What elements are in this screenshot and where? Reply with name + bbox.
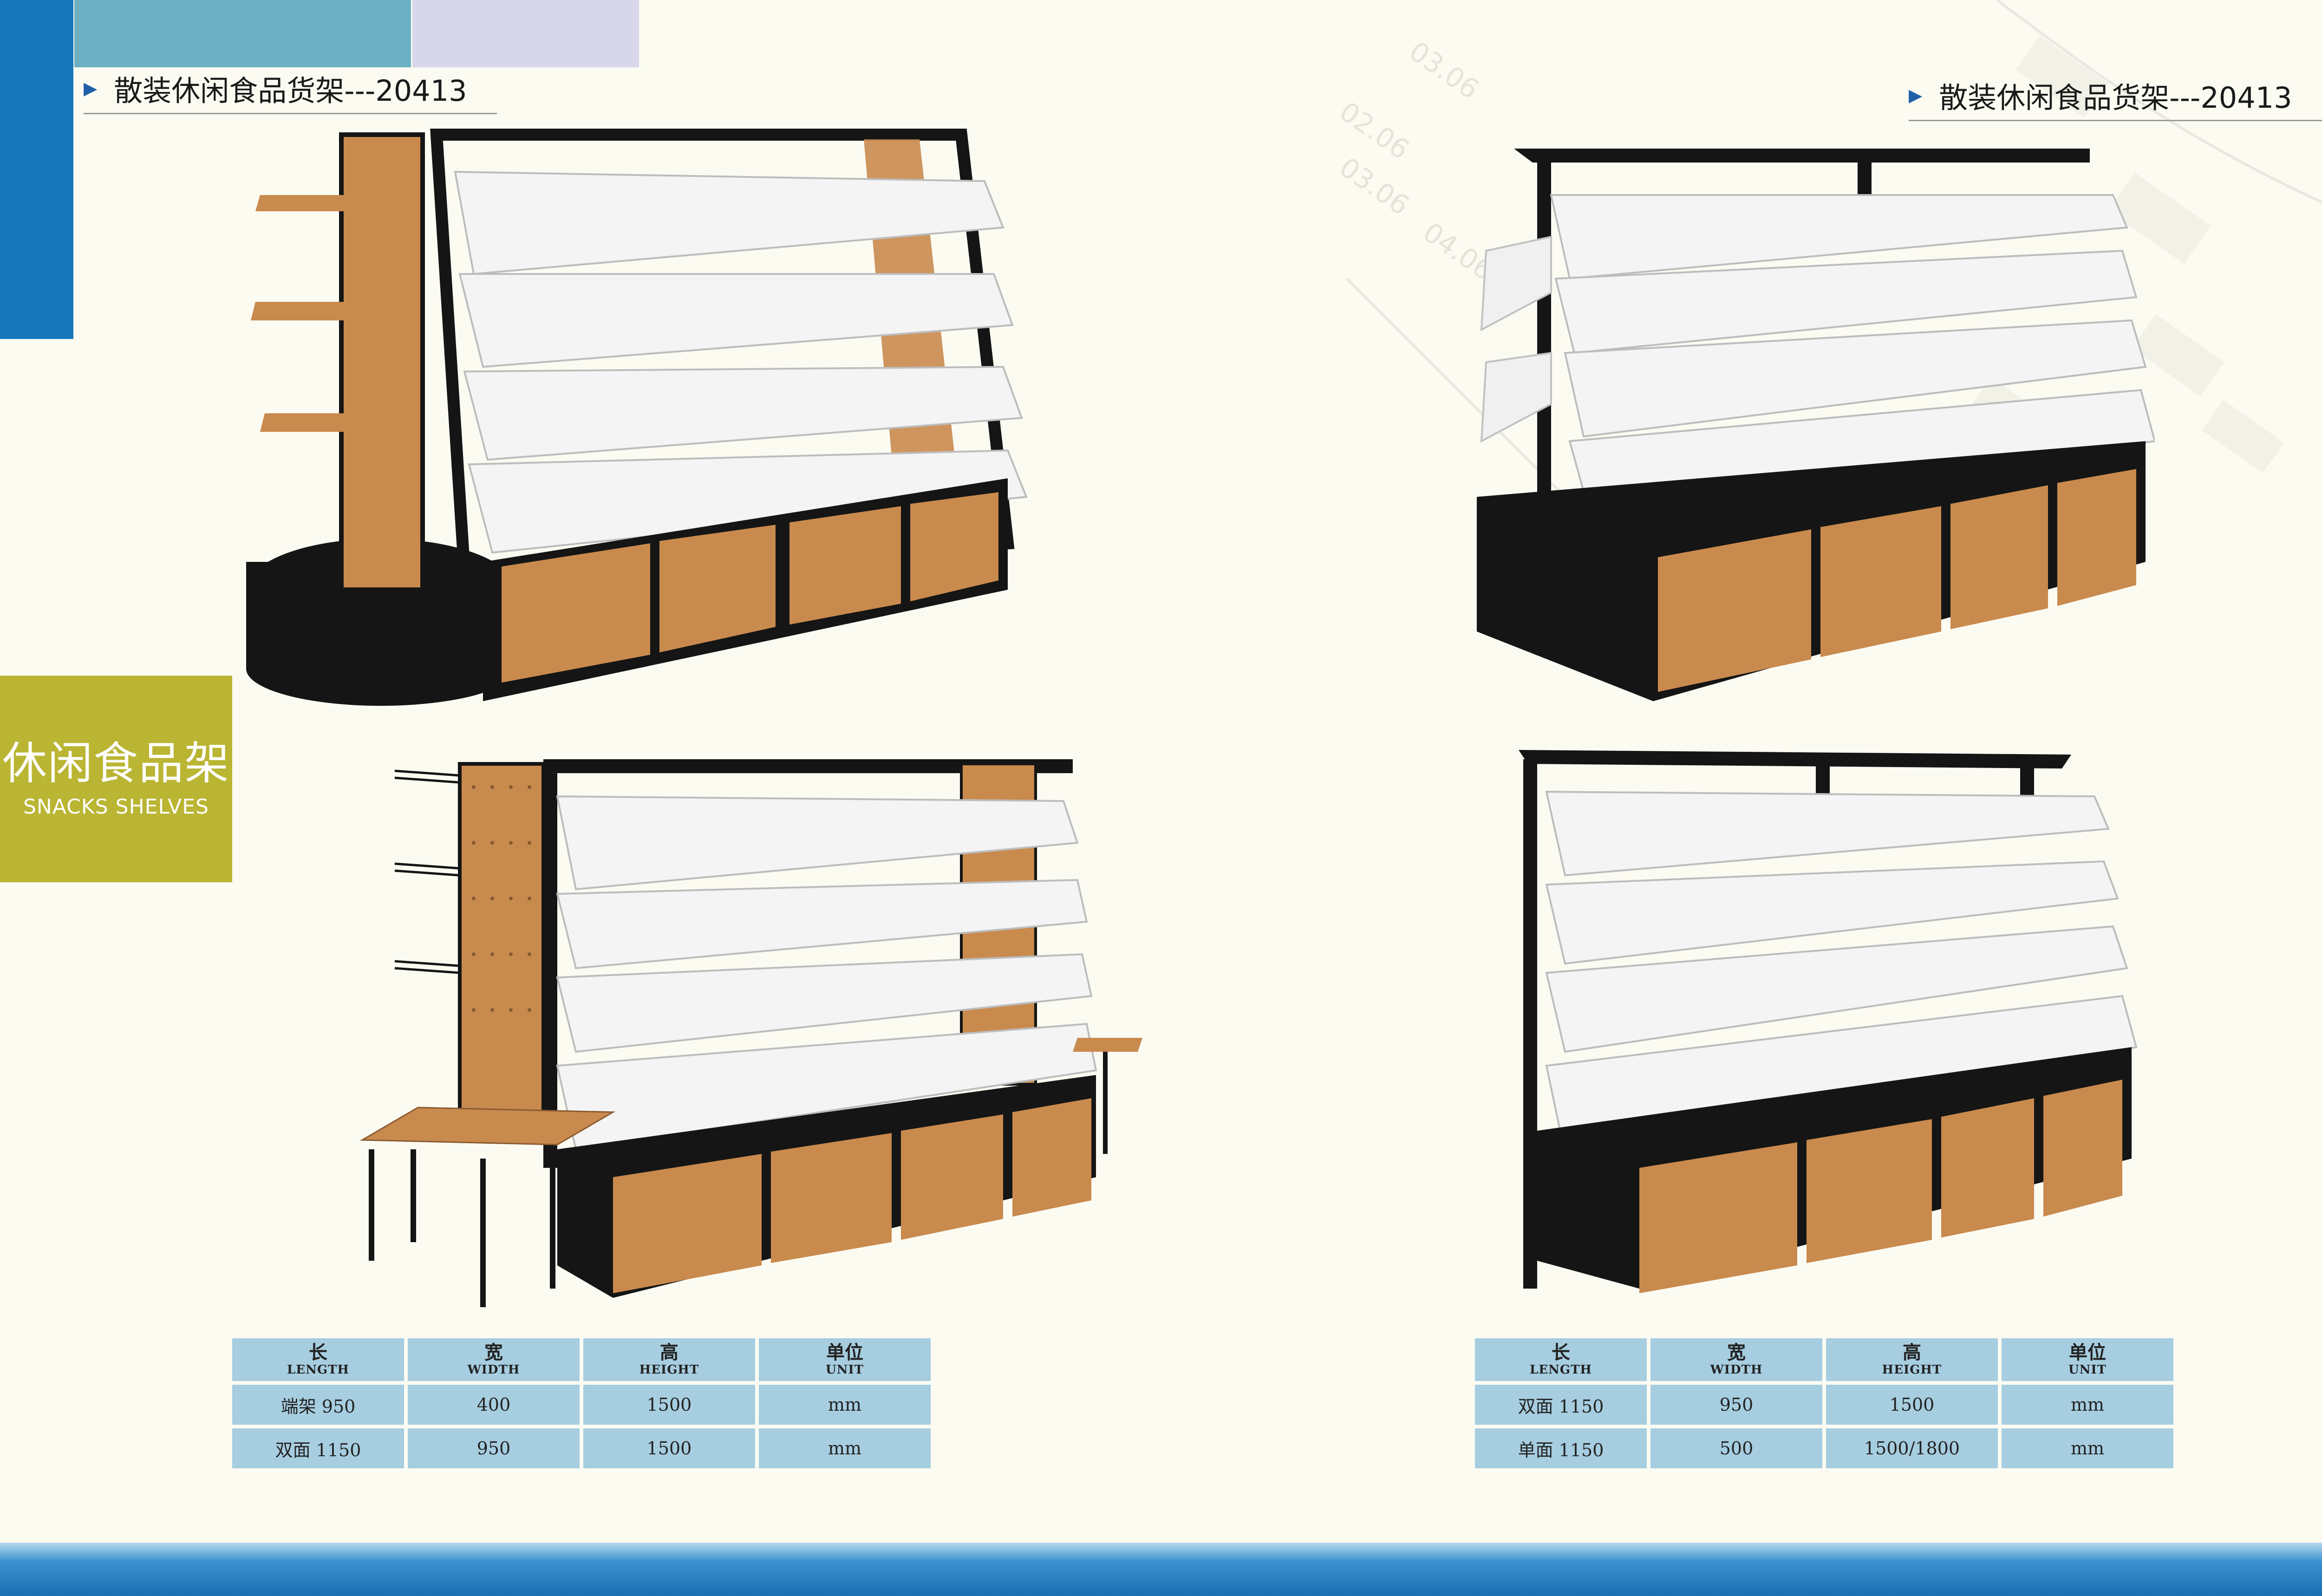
cell-length: 双面 1150	[232, 1428, 404, 1468]
watermark-text-1: 03.06	[1403, 35, 1485, 105]
cell-height: 1500/1800	[1826, 1428, 1998, 1468]
right-product-title: ▶ 散装休闲食品货架---20413	[1909, 74, 2322, 121]
right-title-underline	[1909, 120, 2322, 121]
cell-length: 端架 950	[232, 1385, 404, 1425]
cell-width: 500	[1650, 1428, 1822, 1468]
bottom-blue-stripe	[0, 1543, 2322, 1596]
header-unit: 单位 UNIT	[759, 1338, 931, 1381]
spec-table-left: 长 LENGTH 宽 WIDTH 高 HEIGHT 单位 UNIT 端架 950 400…	[228, 1335, 934, 1472]
left-title-text: 散装休闲食品货架---20413	[114, 74, 467, 108]
category-title-cn: 休闲食品架	[2, 737, 230, 790]
watermark-text-3: 03.06	[1334, 151, 1415, 221]
cell-height: 1500	[583, 1385, 755, 1425]
table-row: 双面 1150 950 1500 mm	[1475, 1385, 2173, 1425]
left-product-title: ▶ 散装休闲食品货架---20413	[84, 67, 497, 114]
table-row: 双面 1150 950 1500 mm	[232, 1428, 931, 1468]
triangle-bullet-icon: ▶	[84, 78, 98, 98]
shelf-image-double-sided	[1477, 149, 2155, 701]
header-length: 长 LENGTH	[1475, 1338, 1647, 1381]
cell-unit: mm	[759, 1385, 931, 1425]
cell-width: 400	[408, 1385, 580, 1425]
blue-side-bar	[0, 0, 73, 339]
header-length: 长 LENGTH	[232, 1338, 404, 1381]
table-row: 端架 950 400 1500 mm	[232, 1385, 931, 1425]
cell-width: 950	[408, 1428, 580, 1468]
left-title-underline	[84, 113, 497, 114]
spec-table-right: 长 LENGTH 宽 WIDTH 高 HEIGHT 单位 UNIT 双面 1150 95…	[1471, 1335, 2177, 1472]
shelf-image-pegboard	[359, 759, 1142, 1307]
cell-unit: mm	[759, 1428, 931, 1468]
category-title-en: SNACKS SHELVES	[23, 795, 209, 819]
header-height: 高 HEIGHT	[583, 1338, 755, 1381]
category-label-block: 休闲食品架 SNACKS SHELVES	[0, 676, 232, 882]
cell-width: 950	[1650, 1385, 1822, 1425]
lavender-header-block	[412, 0, 639, 67]
table-header-row: 长 LENGTH 宽 WIDTH 高 HEIGHT 单位 UNIT	[1475, 1338, 2173, 1381]
header-width: 宽 WIDTH	[408, 1338, 580, 1381]
header-unit: 单位 UNIT	[2002, 1338, 2173, 1381]
cell-length: 单面 1150	[1475, 1428, 1647, 1468]
right-title-text: 散装休闲食品货架---20413	[1939, 81, 2292, 115]
cell-unit: mm	[2002, 1428, 2173, 1468]
table-header-row: 长 LENGTH 宽 WIDTH 高 HEIGHT 单位 UNIT	[232, 1338, 931, 1381]
teal-header-block	[74, 0, 411, 67]
triangle-bullet-icon: ▶	[1909, 85, 1923, 105]
cell-length: 双面 1150	[1475, 1385, 1647, 1425]
shelf-image-single-sided	[1519, 750, 2138, 1293]
table-row: 单面 1150 500 1500/1800 mm	[1475, 1428, 2173, 1468]
header-height: 高 HEIGHT	[1826, 1338, 1998, 1381]
header-width: 宽 WIDTH	[1650, 1338, 1822, 1381]
cell-height: 1500	[1826, 1385, 1998, 1425]
watermark-text-2: 02.06	[1334, 96, 1415, 166]
cell-height: 1500	[583, 1428, 755, 1468]
shelf-image-end-cap	[246, 129, 1028, 706]
cell-unit: mm	[2002, 1385, 2173, 1425]
